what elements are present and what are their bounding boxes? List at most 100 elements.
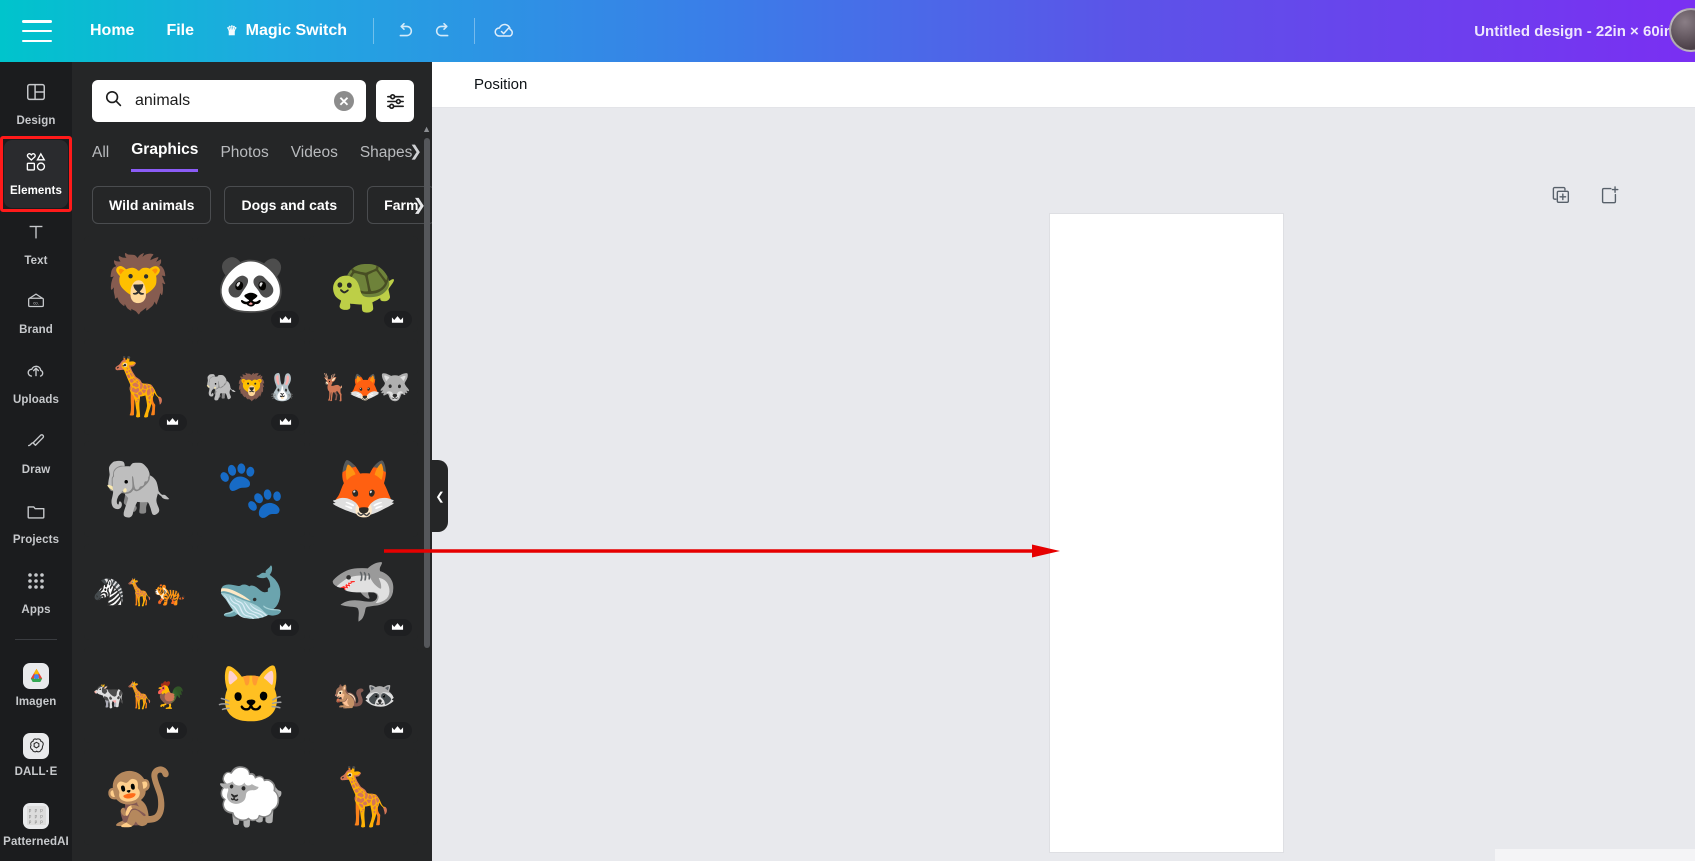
chevron-left-icon: ❮ [435,490,445,503]
scroll-up-arrow-icon: ▲ [422,124,431,134]
position-button[interactable]: Position [474,76,527,93]
clear-x-glyph: ✕ [338,93,350,109]
sidebar-item-brand-label: Brand [19,324,53,337]
brand-icon: co. [24,290,48,317]
duplicate-page-icon[interactable] [1550,184,1572,211]
farm-animals-group-art: 🐄🦒🐓 [92,679,186,710]
tab-graphics[interactable]: Graphics [131,141,199,172]
avatar[interactable] [1669,8,1695,52]
sidebar-item-text[interactable]: Text [4,210,68,278]
element-thumbnail[interactable]: 🐒 [84,749,193,846]
element-thumbnail[interactable]: 🦒 [309,749,418,846]
pro-crown-badge [271,413,300,431]
text-t-icon [25,221,47,248]
tab-shapes[interactable]: Shapes [360,144,413,172]
element-thumbnail[interactable]: 🦁 [84,236,193,332]
sidebar-item-brand[interactable]: co. Brand [4,279,68,347]
nav-home[interactable]: Home [74,14,150,48]
patternedai-app-icon: ppp ppp ppp [23,802,49,829]
element-thumbnail[interactable]: 🐋 [196,543,306,640]
safari-animals-row-art: 🦓🦒🐅 [92,576,186,607]
sidebar-item-uploads[interactable]: Uploads [4,349,68,417]
shapes-icon [24,151,48,178]
bottom-right-panel-strip [1495,849,1695,861]
green-turtle-art: 🐢 [328,252,399,315]
element-thumbnail[interactable]: 🐄🦒🐓 [84,646,193,743]
results-grid: 🦁 🐼 🐢 🦒 🐘🦁🐰 🦌🦊🐺 🐘 🐾 🦊 🦓🦒🐅 🐋 🦈 🐄🦒🐓 🐱 🐿️🦝 🐒 🐑 🦒 [72,228,432,848]
layout-icon [25,81,47,108]
panel-collapse-handle[interactable]: ❮ [432,460,448,532]
wild-animals-group-art: 🦁 [103,252,174,315]
sidebar-item-elements[interactable]: Elements [0,135,72,212]
white-cat-sitting-art: 🐱 [216,662,286,726]
tabs-chevron-right-icon[interactable]: ❯ [409,142,422,160]
toolbar-divider [373,18,375,44]
grid-dots-icon [25,570,47,597]
tall-giraffe-art: 🦒 [328,765,399,829]
tab-all[interactable]: All [92,144,109,172]
element-thumbnail[interactable]: 🐾 [196,441,306,538]
hanging-monkey-art: 🐒 [103,765,174,829]
avatar-image [1669,8,1695,52]
sidebar-item-design[interactable]: Design [4,70,68,138]
redo-icon[interactable] [424,11,464,51]
chip-wild-animals[interactable]: Wild animals [92,186,212,224]
pro-crown-badge [158,413,187,431]
pro-crown-badge [158,721,187,739]
element-thumbnail[interactable]: 🦓🦒🐅 [84,543,193,640]
element-thumbnail[interactable]: 🐢 [309,236,418,332]
suggestion-chips: Wild animals Dogs and cats Farm ❯ [72,172,432,228]
design-title[interactable]: Untitled design - 22in × 60in [1474,23,1673,40]
element-thumbnail[interactable]: 🐿️🦝 [309,646,418,743]
element-thumbnail[interactable]: 🐑 [196,749,306,846]
add-page-icon[interactable] [1598,184,1620,211]
sidebar-item-apps-label: Apps [21,603,51,616]
canvas-area[interactable]: + Add page [432,108,1695,861]
sidebar-item-projects[interactable]: Projects [4,489,68,557]
element-thumbnail[interactable]: 🐱 [196,646,306,743]
scrollbar-thumb[interactable] [424,138,430,648]
element-thumbnail[interactable]: 🦌🦊🐺 [309,338,418,435]
element-thumbnail[interactable]: 🐘 [84,441,193,538]
baby-animals-row-art: 🐘🦁🐰 [205,371,298,402]
element-thumbnail[interactable]: 🦊 [309,441,418,538]
element-thumbnail[interactable]: 🦒 [84,338,193,435]
pro-crown-badge [271,618,300,636]
sidebar-item-dalle[interactable]: DALL·E [4,721,68,789]
rail-divider [15,638,57,640]
sidebar-item-draw[interactable]: Draw [4,419,68,487]
element-thumbnail[interactable]: 🐼 [196,236,306,332]
cloud-saved-icon[interactable] [485,11,525,51]
dalle-app-icon [23,732,49,759]
top-toolbar: Home File ♛ Magic Switch Untitled design… [0,0,1695,62]
forest-animals-row-art: 🦌🦊🐺 [318,371,411,402]
crown-icon: ♛ [226,23,238,38]
search-input[interactable]: animals ✕ [92,80,366,122]
element-thumbnail[interactable]: 🐘🦁🐰 [196,338,306,435]
chip-dogs-and-cats[interactable]: Dogs and cats [224,186,355,224]
sidebar-item-imagen[interactable]: Imagen [4,652,68,720]
page-tools [1550,184,1620,211]
search-row: animals ✕ [72,62,432,122]
tab-photos[interactable]: Photos [220,144,268,172]
imagen-app-icon [23,662,49,689]
sidebar-item-patternedai[interactable]: ppp ppp ppp PatternedAI [3,791,69,859]
pro-crown-badge [271,721,300,739]
nav-magic-switch[interactable]: ♛ Magic Switch [210,14,363,48]
tab-videos[interactable]: Videos [291,144,338,172]
design-page-1[interactable] [1050,214,1283,852]
sidebar-item-imagen-label: Imagen [15,695,57,708]
nav-file[interactable]: File [150,14,210,48]
elements-panel: animals ✕ All Graphics Photos Videos Sha… [72,62,432,861]
element-thumbnail[interactable]: 🦈 [309,543,418,640]
orange-fox-art: 🦊 [328,457,399,521]
clear-x-icon[interactable]: ✕ [334,91,354,111]
blue-shark-art: 🦈 [328,559,399,623]
editor-area: Position [432,62,1695,861]
panel-scrollbar[interactable] [424,138,430,788]
canva-editor-window: Home File ♛ Magic Switch Untitled design… [0,0,1695,861]
undo-icon[interactable] [384,11,424,51]
sidebar-item-apps[interactable]: Apps [4,559,68,627]
hamburger-menu-icon[interactable] [22,20,52,42]
filter-sliders-icon[interactable] [376,80,414,122]
